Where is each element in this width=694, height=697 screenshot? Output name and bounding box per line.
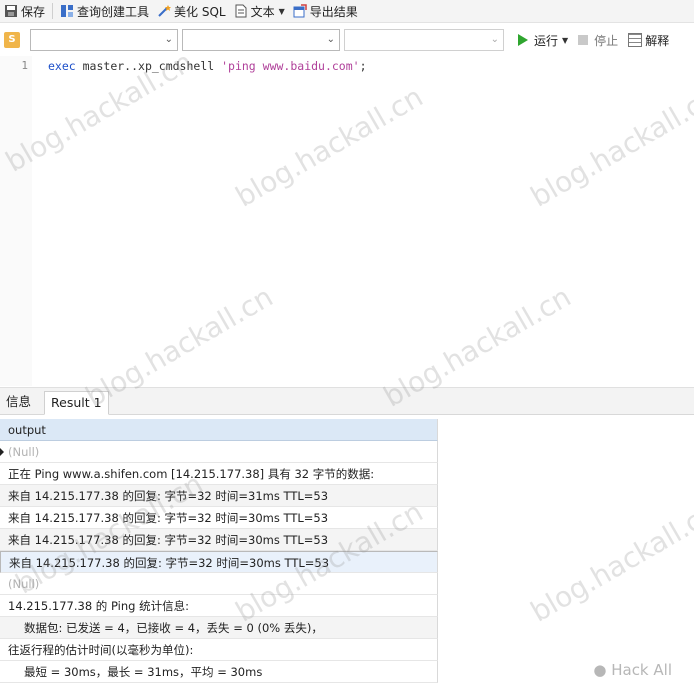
table-row[interactable]: 14.215.177.38 的 Ping 统计信息: xyxy=(0,595,438,617)
wechat-icon: ● xyxy=(593,661,607,679)
chevron-down-icon: ⌄ xyxy=(164,34,173,45)
table-row[interactable]: (Null) xyxy=(0,573,438,595)
document-icon xyxy=(234,4,248,18)
code-end: ; xyxy=(359,59,367,73)
tab-info[interactable]: 信息 xyxy=(0,391,37,413)
table-row[interactable]: 数据包: 已发送 = 4，已接收 = 4，丢失 = 0 (0% 丢失)， xyxy=(0,617,438,639)
code-line[interactable]: exec master..xp_cmdshell 'ping www.baidu… xyxy=(48,59,367,73)
tab-result-1[interactable]: Result 1 xyxy=(44,391,109,415)
database-icon: S xyxy=(4,32,20,48)
watermark: blog.hackall.cn xyxy=(525,494,694,629)
export-icon xyxy=(293,4,307,18)
result-tabs: 信息 Result 1 xyxy=(0,387,694,415)
explain-button[interactable]: 解释 xyxy=(645,32,669,49)
query-builder-button[interactable]: 查询创建工具 xyxy=(56,0,153,22)
stop-icon xyxy=(578,35,589,45)
query-builder-icon xyxy=(60,4,74,18)
table-row[interactable]: (Null) xyxy=(0,441,438,463)
chevron-down-icon: ⌄ xyxy=(326,34,335,45)
table-row[interactable]: 来自 14.215.177.38 的回复: 字节=32 时间=30ms TTL=… xyxy=(0,551,438,573)
magic-wand-icon xyxy=(157,4,172,18)
code-string: 'ping www.baidu.com' xyxy=(221,59,360,73)
chevron-down-icon: ▼ xyxy=(278,6,285,16)
save-button[interactable]: 保存 xyxy=(0,0,49,22)
table-row[interactable]: 来自 14.215.177.38 的回复: 字节=32 时间=31ms TTL=… xyxy=(0,485,438,507)
export-results-button[interactable]: 导出结果 xyxy=(289,0,362,22)
brand-mark: ● Hack All xyxy=(593,661,672,679)
table-row[interactable]: 来自 14.215.177.38 的回复: 字节=32 时间=30ms TTL=… xyxy=(0,507,438,529)
table-row[interactable]: 正在 Ping www.a.shifen.com [14.215.177.38]… xyxy=(0,463,438,485)
sql-editor[interactable]: 1 exec master..xp_cmdshell 'ping www.bai… xyxy=(0,56,694,386)
run-button[interactable]: 运行 xyxy=(534,32,558,49)
explain-icon xyxy=(628,33,643,47)
toolbar-divider xyxy=(52,3,54,19)
connection-select[interactable]: ⌄ xyxy=(30,29,178,51)
code-keyword: exec xyxy=(48,59,76,73)
beautify-sql-button[interactable]: 美化 SQL xyxy=(153,0,230,22)
schema-select[interactable]: ⌄ xyxy=(344,29,504,51)
current-row-icon xyxy=(0,448,4,456)
line-gutter: 1 xyxy=(0,56,32,386)
run-icon[interactable] xyxy=(518,34,528,46)
database-select[interactable]: ⌄ xyxy=(182,29,340,51)
chevron-down-icon: ⌄ xyxy=(490,34,499,45)
connection-bar: S ⌄ ⌄ ⌄ 运行 ▼ 停止 解释 xyxy=(0,26,694,54)
table-row[interactable]: 来自 14.215.177.38 的回复: 字节=32 时间=30ms TTL=… xyxy=(0,529,438,551)
column-header-output[interactable]: output xyxy=(0,419,438,441)
line-number: 1 xyxy=(21,59,28,72)
result-grid: output (Null) 正在 Ping www.a.shifen.com [… xyxy=(0,419,438,683)
table-row[interactable]: 往返行程的估计时间(以毫秒为单位): xyxy=(0,639,438,661)
run-dropdown-icon[interactable]: ▼ xyxy=(562,36,568,45)
text-mode-button[interactable]: 文本 ▼ xyxy=(230,0,289,22)
stop-button[interactable]: 停止 xyxy=(594,32,618,49)
main-toolbar: 保存 查询创建工具 美化 SQL 文本 ▼ 导出结果 xyxy=(0,0,694,23)
save-icon xyxy=(4,4,18,18)
code-text: master..xp_cmdshell xyxy=(75,59,222,73)
table-row[interactable]: 最短 = 30ms，最长 = 31ms，平均 = 30ms xyxy=(0,661,438,683)
